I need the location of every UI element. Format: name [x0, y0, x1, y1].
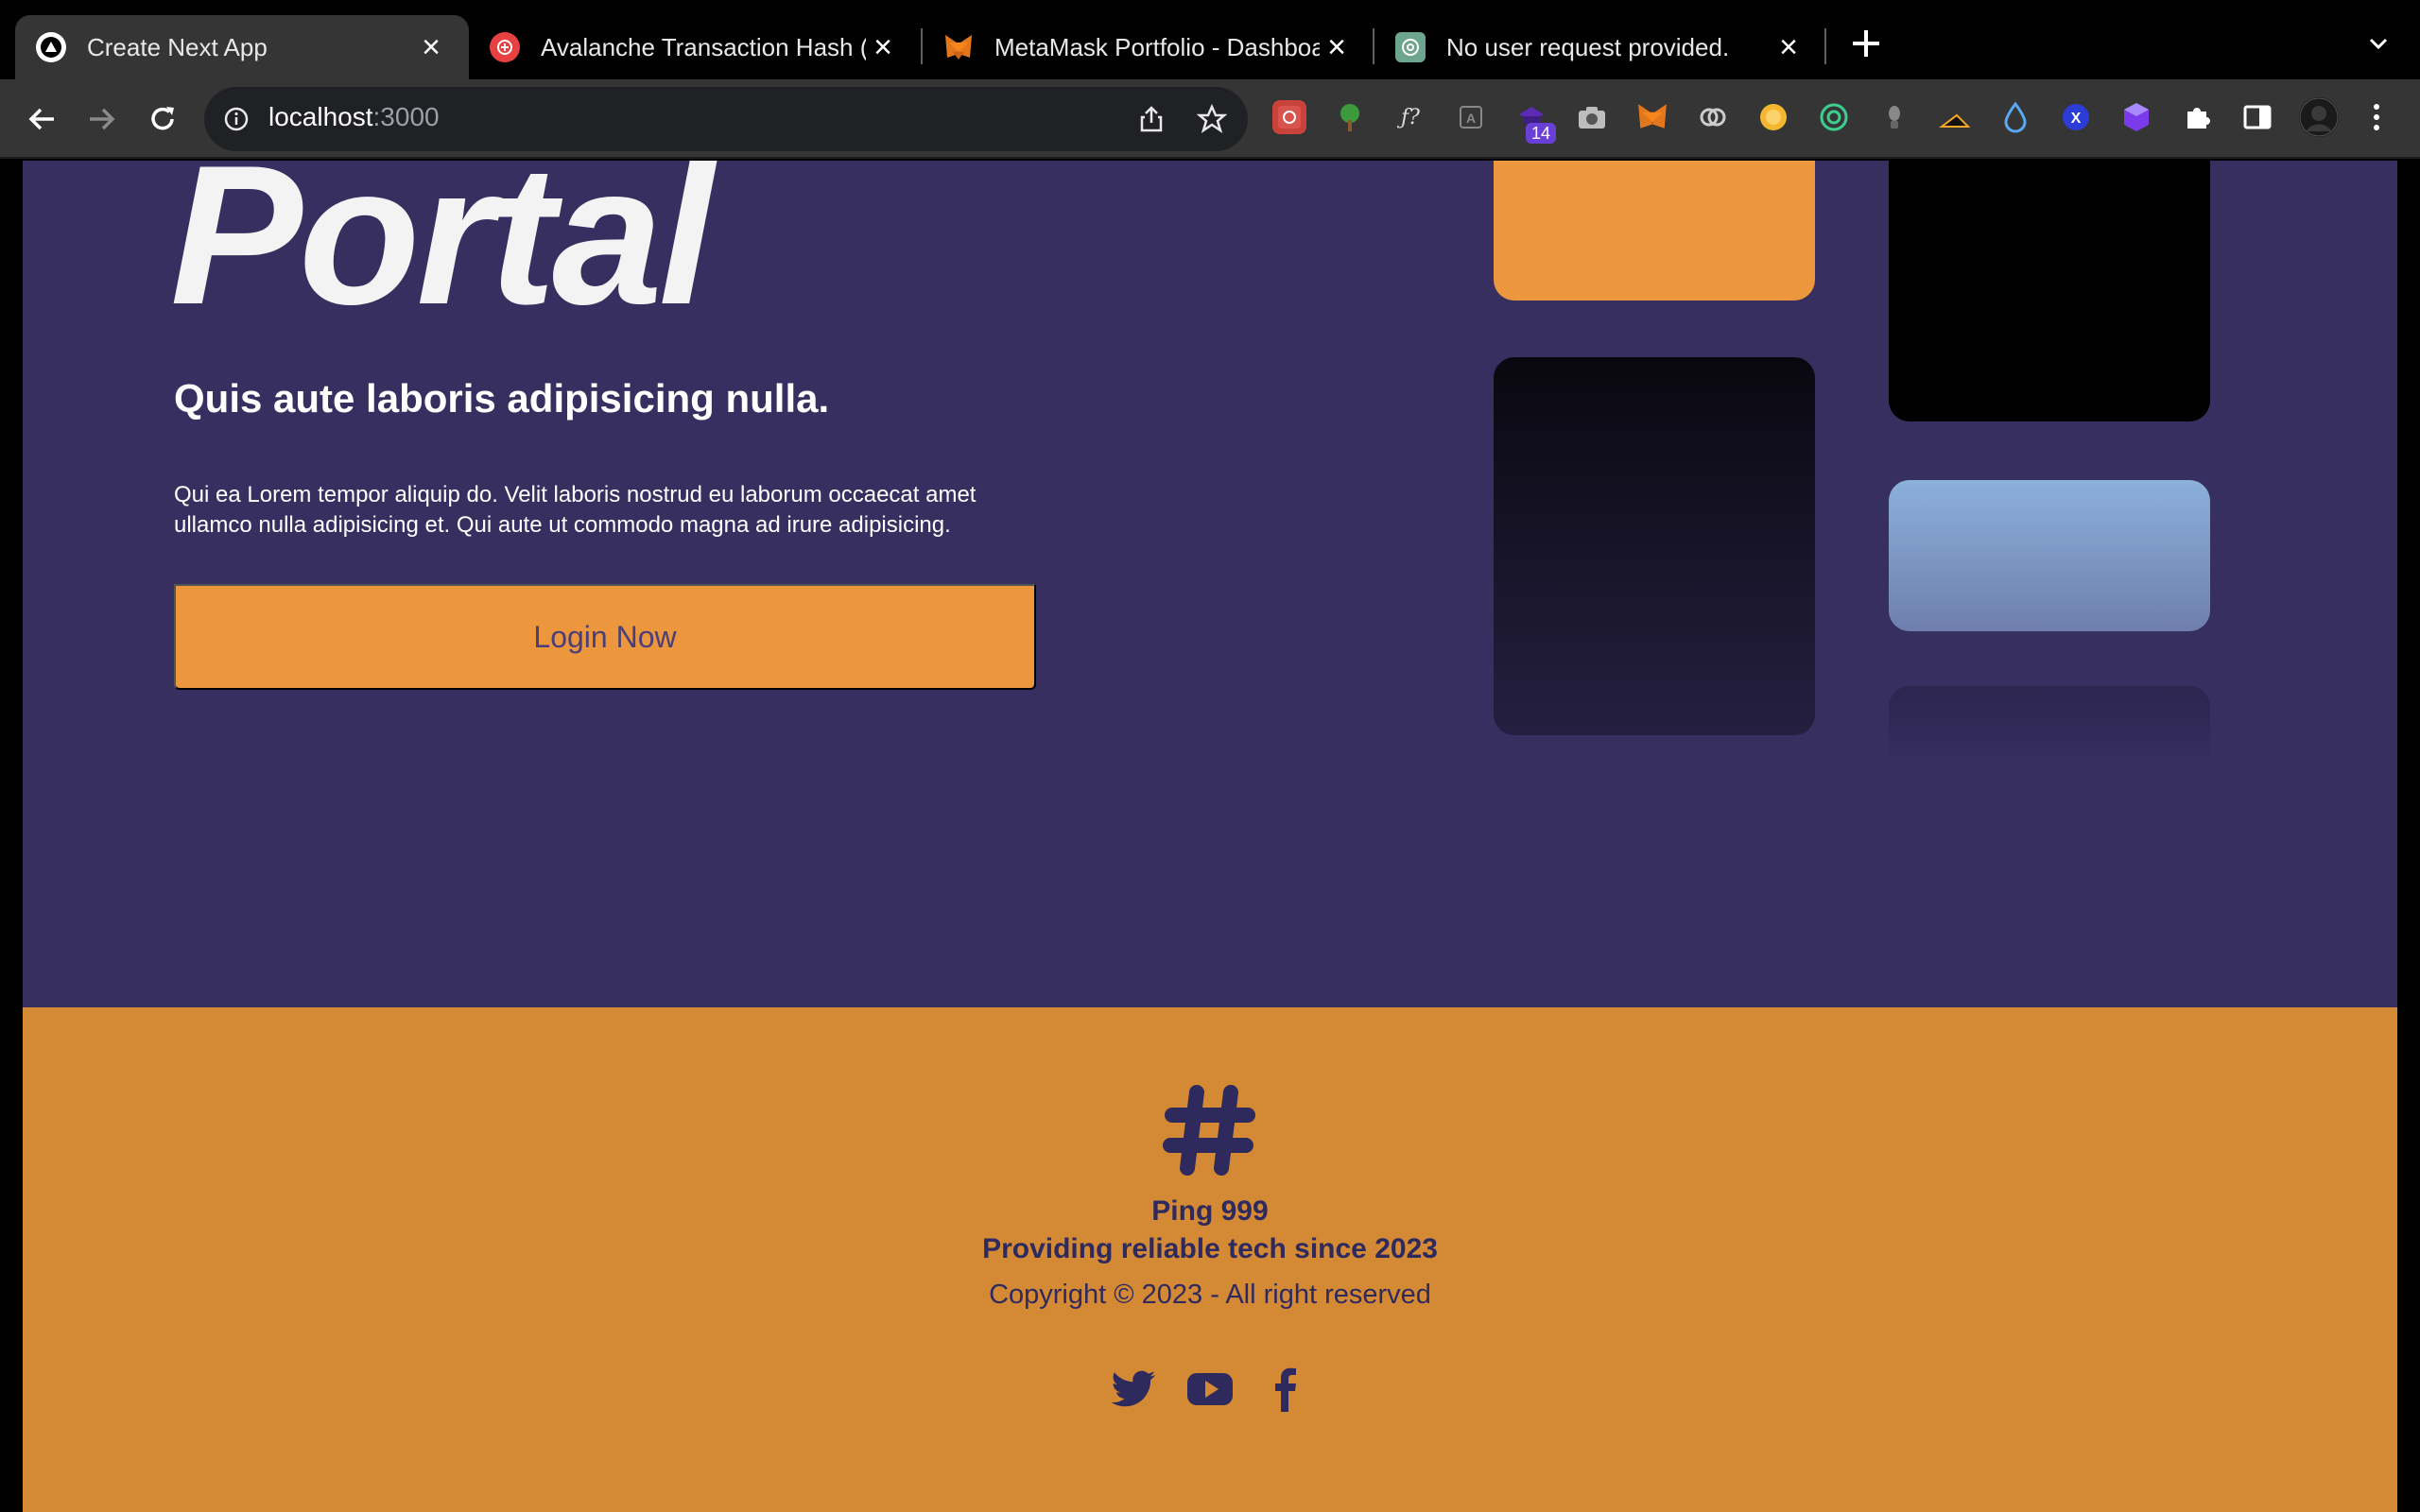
close-icon[interactable]: ×: [1772, 30, 1806, 64]
url-port: :3000: [372, 102, 440, 131]
hero-description: Qui ea Lorem tempor aliquip do. Velit la…: [174, 482, 977, 538]
link-icon[interactable]: [1696, 100, 1730, 134]
footer-tagline: Providing reliable tech since 2023: [982, 1233, 1438, 1264]
tab-strip: Create Next App × Avalanche Transaction …: [0, 0, 2420, 79]
site-footer: Ping 999 Providing reliable tech since 2…: [23, 1007, 2397, 1512]
avatar[interactable]: [2299, 97, 2339, 137]
cube-icon[interactable]: [2119, 100, 2153, 134]
tab-title: Avalanche Transaction Hash (T: [541, 32, 866, 61]
svg-text:A: A: [1466, 111, 1476, 126]
tab-separator: [1824, 28, 1826, 64]
decor-card-dark-gradient: [1494, 357, 1815, 735]
back-button[interactable]: [21, 98, 62, 140]
info-icon[interactable]: [223, 106, 250, 132]
footer-brand: Ping 999 Providing reliable tech since 2…: [23, 1193, 2397, 1268]
twitter-icon[interactable]: [1110, 1365, 1159, 1414]
hero-section: Portal Quis aute laboris adipisicing nul…: [23, 161, 2397, 1007]
footer-brand-name: Ping 999: [1151, 1195, 1269, 1227]
ext-icon-12[interactable]: [1938, 100, 1972, 134]
tab-title: No user request provided.: [1446, 32, 1730, 61]
ext-icon-2[interactable]: [1333, 100, 1367, 134]
coin-icon[interactable]: [1756, 100, 1790, 134]
avalanche-icon: [490, 32, 520, 62]
forward-button[interactable]: [81, 98, 123, 140]
url-host: localhost: [268, 102, 373, 131]
camera-icon[interactable]: [1575, 100, 1609, 134]
metamask-fox-icon: [943, 32, 974, 62]
login-now-button[interactable]: Login Now: [174, 584, 1036, 690]
decor-card-orange: [1494, 161, 1815, 301]
extension-badge: 14: [1526, 123, 1557, 144]
ring-icon[interactable]: [1817, 100, 1851, 134]
chevron-down-icon: [2369, 38, 2388, 50]
sidepanel-icon[interactable]: [2240, 100, 2274, 134]
hero-title: Portal: [170, 161, 714, 346]
ext-icon-1[interactable]: [1272, 100, 1306, 134]
page-viewport: Portal Quis aute laboris adipisicing nul…: [23, 161, 2397, 1512]
menu-icon[interactable]: [2360, 100, 2394, 134]
bookmark-star-icon[interactable]: [1197, 104, 1227, 134]
close-icon[interactable]: ×: [866, 30, 900, 64]
facebook-icon[interactable]: [1261, 1365, 1310, 1414]
address-bar[interactable]: localhost:3000: [204, 87, 1248, 151]
ext-icon-11[interactable]: [1877, 100, 1911, 134]
url-text[interactable]: localhost:3000: [268, 102, 440, 132]
metamask-icon[interactable]: [1635, 100, 1669, 134]
browser-toolbar: localhost:3000: [0, 79, 2420, 159]
tab-create-next-app[interactable]: Create Next App ×: [15, 15, 469, 79]
hashtag-logo-icon: [1163, 1085, 1255, 1176]
share-icon[interactable]: [1136, 104, 1167, 134]
reload-icon: [151, 107, 174, 130]
ext-icon-4[interactable]: A: [1454, 100, 1488, 134]
close-icon[interactable]: ×: [1320, 30, 1354, 64]
youtube-icon[interactable]: [1185, 1365, 1235, 1414]
arrow-right-icon: [90, 108, 115, 130]
arrow-left-icon: [28, 108, 54, 130]
tab-search-button[interactable]: [2361, 26, 2395, 60]
hero-subtitle: Quis aute laboris adipisicing nulla.: [174, 376, 830, 421]
x-icon[interactable]: X: [2059, 100, 2093, 134]
decor-card-faded: [1889, 686, 2210, 771]
puzzle-icon[interactable]: [2180, 100, 2214, 134]
new-tab-button[interactable]: [1843, 25, 1889, 70]
drop-icon[interactable]: [1998, 100, 2032, 134]
tab-metamask[interactable]: MetaMask Portfolio - Dashboa ×: [923, 15, 1374, 79]
close-icon[interactable]: ×: [414, 30, 448, 64]
reload-button[interactable]: [142, 98, 183, 140]
plus-icon: [1853, 30, 1879, 57]
tab-no-user-request[interactable]: No user request provided. ×: [1374, 15, 1826, 79]
decor-card-black: [1889, 161, 2210, 421]
tab-title: Create Next App: [87, 32, 268, 61]
decor-card-blue: [1889, 480, 2210, 631]
footer-copyright: Copyright © 2023 - All right reserved: [989, 1280, 1431, 1310]
tab-avalanche[interactable]: Avalanche Transaction Hash (T ×: [469, 15, 921, 79]
openai-icon: [1395, 32, 1426, 62]
tab-title: MetaMask Portfolio - Dashboa: [994, 32, 1320, 61]
next-icon: [36, 32, 66, 62]
x-ext-label: X: [2071, 111, 2082, 127]
ext-icon-3[interactable]: ƒ?: [1393, 100, 1427, 134]
